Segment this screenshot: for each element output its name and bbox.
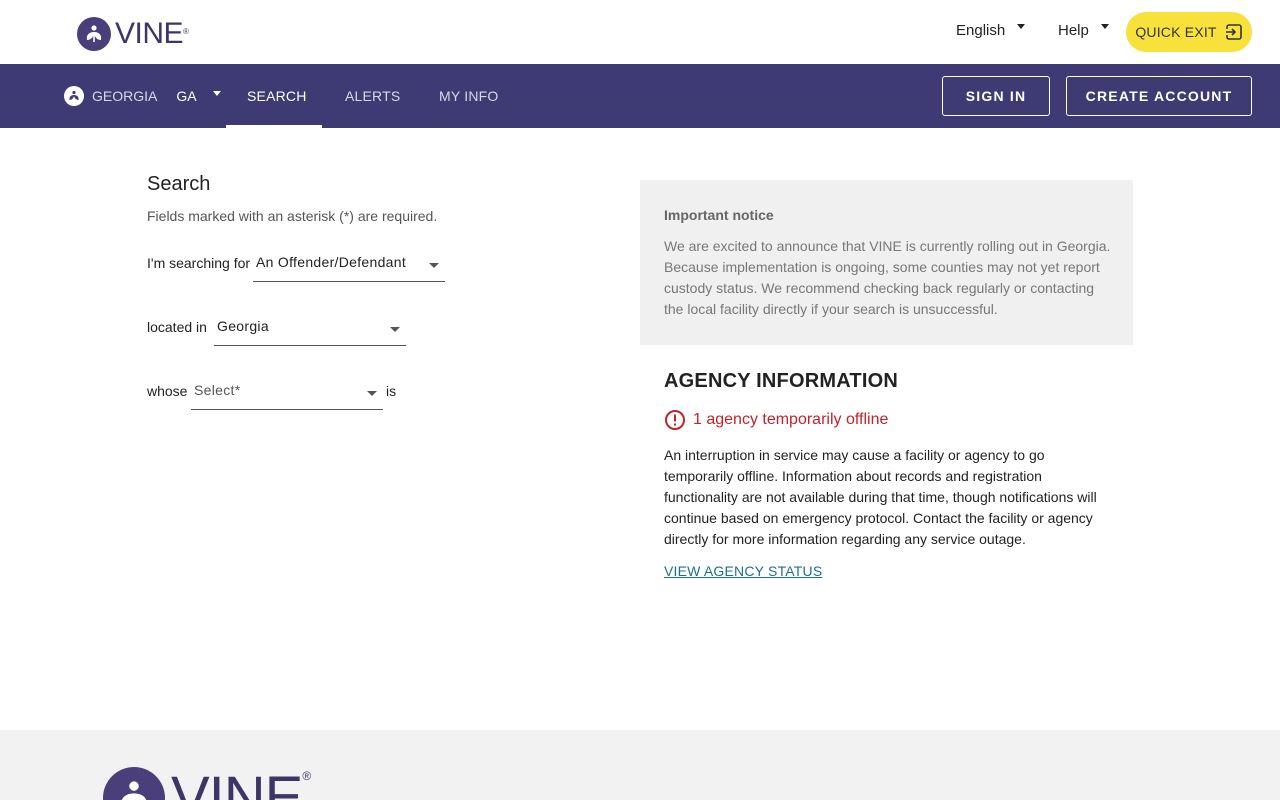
create-account-button[interactable]: CREATE ACCOUNT — [1066, 76, 1252, 116]
top-bar: VINE® English Help QUICK EXIT — [0, 0, 1280, 64]
chevron-down-icon — [212, 90, 221, 96]
notice-body: We are excited to announce that VINE is … — [664, 238, 1111, 317]
logo-text: VINE® — [115, 17, 189, 50]
footer-logo[interactable]: VINE® — [103, 765, 311, 800]
whose-placeholder: Select* — [194, 382, 241, 398]
vine-logo-icon — [103, 767, 165, 800]
important-notice: Important notice We are excited to annou… — [640, 180, 1133, 345]
language-label: English — [956, 22, 1006, 39]
agency-offline-status: 1 agency temporarily offline — [664, 409, 888, 431]
vine-logo[interactable]: VINE® — [77, 17, 189, 51]
nav-search[interactable]: SEARCH — [247, 64, 307, 128]
view-agency-status-link[interactable]: VIEW AGENCY STATUS — [664, 563, 822, 579]
footer: VINE® — [0, 730, 1280, 800]
chevron-down-icon — [367, 391, 377, 396]
chevron-down-icon — [1100, 24, 1109, 29]
whose-label: whose — [147, 383, 188, 399]
chevron-down-icon — [390, 327, 400, 332]
located-in-label: located in — [147, 319, 207, 335]
required-note: Fields marked with an asterisk (*) are r… — [147, 208, 438, 224]
nav-search-label: SEARCH — [247, 88, 307, 104]
nav-alerts[interactable]: ALERTS — [345, 64, 400, 128]
whose-select[interactable]: Select* — [191, 374, 383, 410]
state-seal-icon — [64, 86, 84, 106]
chevron-down-icon — [429, 263, 439, 268]
quick-exit-label: QUICK EXIT — [1135, 24, 1217, 40]
help-menu[interactable]: Help — [1058, 22, 1109, 39]
sign-in-button[interactable]: SIGN IN — [942, 76, 1050, 116]
vine-logo-icon — [77, 17, 111, 51]
language-menu[interactable]: English — [956, 22, 1026, 39]
create-account-label: CREATE ACCOUNT — [1085, 88, 1233, 104]
agency-body: An interruption in service may cause a f… — [664, 447, 1097, 547]
chevron-down-icon — [1017, 24, 1026, 29]
alert-circle-icon — [665, 410, 685, 430]
located-in-value: Georgia — [217, 318, 269, 334]
sign-in-label: SIGN IN — [965, 88, 1027, 104]
notice-title: Important notice — [664, 207, 774, 223]
searching-for-select[interactable]: An Offender/Defendant — [253, 246, 445, 282]
footer-logo-text: VINE® — [171, 765, 311, 800]
state-abbr: GA — [176, 88, 197, 104]
searching-for-value: An Offender/Defendant — [256, 254, 407, 270]
search-title: Search — [147, 173, 211, 195]
state-name: GEORGIA — [92, 88, 158, 104]
nav-my-info-label: MY INFO — [439, 88, 499, 104]
quick-exit-button[interactable]: QUICK EXIT — [1126, 12, 1252, 52]
is-label: is — [386, 383, 397, 399]
nav-alerts-label: ALERTS — [345, 88, 401, 104]
exit-icon — [1225, 24, 1242, 40]
offline-text: 1 agency temporarily offline — [693, 411, 889, 428]
searching-for-label: I'm searching for — [147, 255, 251, 271]
active-tab-indicator — [226, 125, 322, 128]
help-label: Help — [1058, 22, 1089, 39]
nav-my-info[interactable]: MY INFO — [439, 64, 498, 128]
located-in-select[interactable]: Georgia — [214, 310, 406, 346]
state-selector[interactable]: GEORGIA GA — [64, 86, 221, 106]
agency-title: AGENCY INFORMATION — [664, 370, 898, 392]
